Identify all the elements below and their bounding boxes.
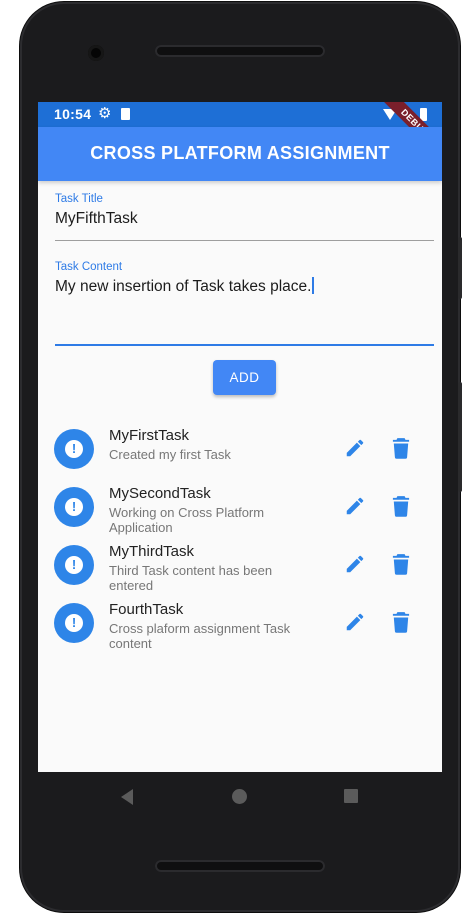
task-content-input[interactable]: My new insertion of Task takes place. (55, 277, 315, 296)
task-title-label: Task Title (55, 193, 103, 205)
bottom-speaker (155, 860, 325, 872)
power-button (458, 237, 462, 299)
home-icon[interactable] (232, 789, 247, 804)
pencil-icon[interactable] (344, 495, 366, 517)
sd-card-icon (121, 108, 130, 120)
task-title: FourthTask (109, 601, 184, 618)
trash-icon[interactable] (392, 553, 410, 575)
task-title: MyFirstTask (109, 427, 189, 444)
pencil-icon[interactable] (344, 611, 366, 633)
trash-icon[interactable] (392, 437, 410, 459)
trash-icon[interactable] (392, 611, 410, 633)
top-speaker (155, 45, 325, 57)
task-content-label: Task Content (55, 261, 123, 273)
task-content: Created my first Task (109, 447, 231, 462)
add-button[interactable]: ADD (213, 360, 276, 395)
task-row[interactable]: ! MyFirstTask Created my first Task (38, 427, 442, 485)
task-title-input[interactable]: MyFifthTask (55, 210, 138, 228)
task-content-text: My new insertion of Task takes place. (55, 278, 312, 295)
volume-button (458, 382, 462, 492)
app-bar: CROSS PLATFORM ASSIGNMENT (38, 127, 442, 181)
android-nav-bar (38, 772, 442, 822)
task-title-underline (55, 240, 434, 241)
status-time: 10:54 (54, 106, 92, 122)
front-camera (88, 45, 104, 61)
app-screen: 10:54 ⚙ DEBUG CROSS PLATFORM ASSIGNMENT … (38, 102, 442, 772)
task-content: Working on Cross Platform Application (109, 505, 265, 535)
pencil-icon[interactable] (344, 437, 366, 459)
settings-gear-icon: ⚙ (98, 105, 112, 122)
task-row[interactable]: ! MyThirdTask Third Task content has bee… (38, 543, 442, 601)
back-icon[interactable] (121, 789, 133, 805)
page-title: CROSS PLATFORM ASSIGNMENT (90, 143, 390, 163)
recent-apps-icon[interactable] (344, 789, 358, 803)
task-title: MyThirdTask (109, 543, 195, 560)
task-content: Cross plaform assignment Task content (109, 621, 291, 651)
info-icon: ! (54, 429, 94, 469)
trash-icon[interactable] (392, 495, 410, 517)
info-icon: ! (54, 545, 94, 585)
pencil-icon[interactable] (344, 553, 366, 575)
task-row[interactable]: ! MySecondTask Working on Cross Platform… (38, 485, 442, 543)
task-content: Third Task content has been entered (109, 563, 273, 593)
task-content-underline (55, 344, 434, 346)
info-icon: ! (54, 603, 94, 643)
status-bar: 10:54 ⚙ (38, 102, 442, 127)
task-row[interactable]: ! FourthTask Cross plaform assignment Ta… (38, 601, 442, 659)
task-title: MySecondTask (109, 485, 211, 502)
info-icon: ! (54, 487, 94, 527)
text-cursor (312, 277, 315, 294)
